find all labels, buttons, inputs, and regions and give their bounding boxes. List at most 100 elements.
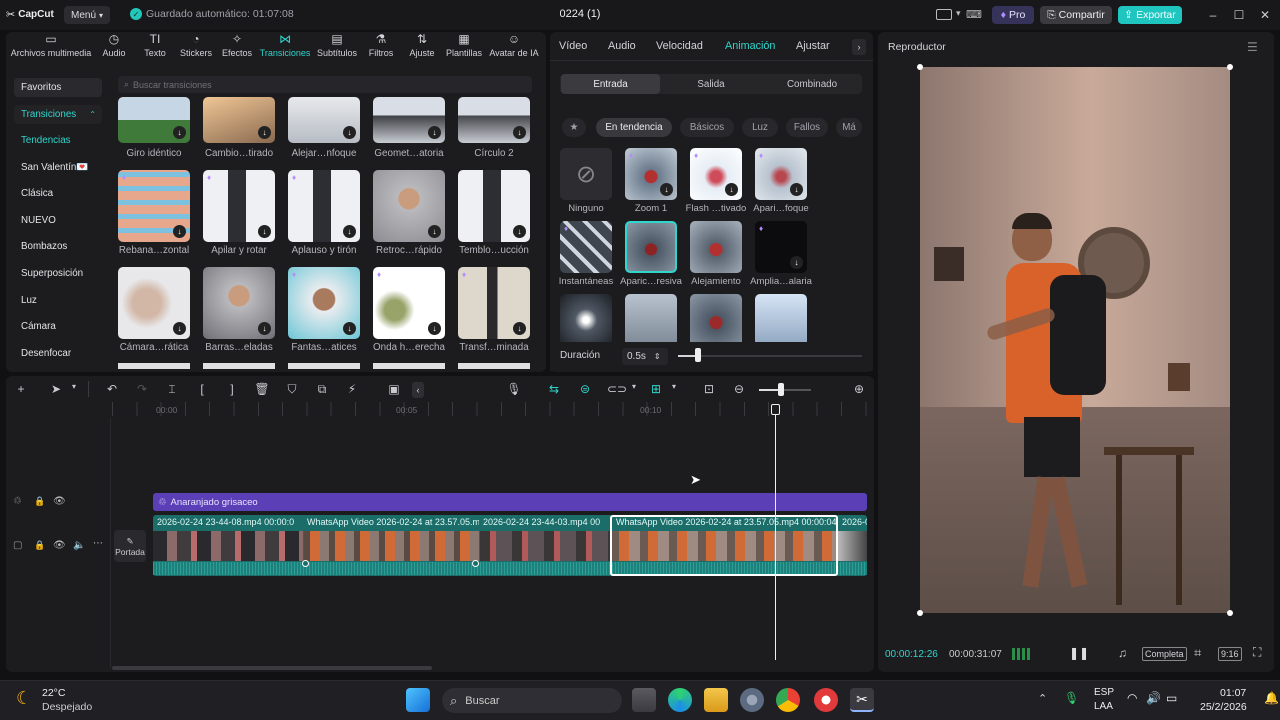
anim-thumb[interactable] bbox=[560, 294, 612, 342]
transition-marker[interactable] bbox=[472, 560, 479, 567]
transition-thumb[interactable]: ↓ bbox=[373, 97, 445, 143]
chevron-down-icon[interactable]: ▾ bbox=[66, 382, 82, 391]
transition-thumb[interactable]: ↓ bbox=[458, 97, 530, 143]
quality-button[interactable]: Completa bbox=[1142, 647, 1187, 661]
undo-icon[interactable]: ↶ bbox=[104, 382, 120, 396]
tab-audio[interactable]: ◷ Audio bbox=[98, 32, 130, 68]
export-button[interactable]: ⇪ Exportar bbox=[1118, 6, 1182, 24]
snap-icon[interactable]: ⊞ bbox=[648, 382, 664, 396]
link-icon[interactable]: ⊜ bbox=[577, 382, 593, 396]
tab-video[interactable]: Vídeo bbox=[559, 40, 587, 52]
minimize-icon[interactable]: – bbox=[1204, 6, 1222, 24]
sidebar-item-camera[interactable]: Cámara bbox=[14, 317, 102, 336]
eye-icon[interactable]: 👁 bbox=[53, 496, 66, 507]
tab-adjust-props[interactable]: Ajustar bbox=[796, 40, 830, 52]
language-code[interactable]: ESP bbox=[1094, 687, 1114, 698]
tab-speed[interactable]: Velocidad bbox=[656, 40, 703, 52]
playhead[interactable] bbox=[775, 410, 776, 660]
clip-thumbnails[interactable] bbox=[838, 531, 867, 561]
anim-thumb[interactable] bbox=[625, 294, 677, 342]
microphone-icon[interactable]: 🎙 bbox=[506, 382, 522, 396]
seg-salida[interactable]: Salida bbox=[661, 74, 761, 94]
tab-stickers[interactable]: ◔ Stickers bbox=[176, 32, 216, 68]
playhead-handle[interactable] bbox=[771, 404, 780, 415]
wifi-icon[interactable]: ◠ bbox=[1127, 691, 1137, 705]
anim-thumb[interactable]: ♦ ↓ bbox=[625, 148, 677, 200]
chevron-down-icon[interactable]: ▾ bbox=[626, 382, 642, 391]
tab-ai-avatar[interactable]: ☺ Avatar de IA bbox=[488, 32, 540, 68]
speed-icon[interactable]: ⚡ bbox=[344, 382, 360, 396]
anim-thumb[interactable] bbox=[690, 221, 742, 273]
tab-filters[interactable]: ⚗ Filtros bbox=[364, 32, 398, 68]
add-track-icon[interactable]: + bbox=[13, 382, 29, 396]
fullscreen-icon[interactable]: ⛶ bbox=[1253, 645, 1261, 660]
sidebar-item-new[interactable]: NUEVO bbox=[14, 211, 102, 230]
notifications-icon[interactable]: 🔔 bbox=[1264, 691, 1279, 705]
sidebar-item-overlay[interactable]: Superposición bbox=[14, 264, 102, 283]
battery-icon[interactable]: ▭ bbox=[1166, 691, 1177, 705]
transition-thumb[interactable]: ↓ bbox=[373, 170, 445, 242]
settings-icon[interactable] bbox=[740, 688, 764, 712]
trim-right-icon[interactable]: ] bbox=[224, 382, 240, 396]
preview-icon[interactable]: ⊡ bbox=[701, 382, 717, 396]
zoom-in-icon[interactable]: ⊕ bbox=[851, 382, 867, 396]
eye-icon[interactable]: 👁 bbox=[53, 540, 66, 551]
anim-thumb[interactable]: ♦ ↓ bbox=[690, 148, 742, 200]
transition-marker[interactable] bbox=[302, 560, 309, 567]
sidebar-item-valentine[interactable]: San Valentín💌 bbox=[14, 158, 102, 177]
chevron-down-icon[interactable]: ▾ bbox=[666, 382, 682, 391]
lock-icon[interactable]: 🔒 bbox=[34, 496, 45, 507]
share-button[interactable]: ⎘ Compartir bbox=[1040, 6, 1112, 24]
transition-thumb[interactable]: ↓ bbox=[118, 267, 190, 339]
duration-stepper[interactable]: 0.5s ⇕ bbox=[622, 348, 668, 365]
file-explorer-icon[interactable] bbox=[704, 688, 728, 712]
anim-thumb[interactable] bbox=[690, 294, 742, 342]
ai-edit-icon[interactable]: ▣ bbox=[386, 382, 402, 396]
sidebar-item-blur[interactable]: Desenfocar bbox=[14, 344, 102, 363]
tab-adjust[interactable]: ⇅ Ajuste bbox=[404, 32, 440, 68]
transition-thumb[interactable]: ♦ ↓ bbox=[118, 170, 190, 242]
task-view-icon[interactable] bbox=[632, 688, 656, 712]
seg-combinado[interactable]: Combinado bbox=[762, 74, 862, 94]
transition-thumb[interactable]: ♦ ↓ bbox=[373, 267, 445, 339]
trim-left-icon[interactable]: [ bbox=[194, 382, 210, 396]
menu-icon[interactable]: ☰ bbox=[1247, 40, 1258, 54]
tab-media[interactable]: ▭ Archivos multimedia bbox=[10, 32, 92, 68]
tab-transitions[interactable]: ⋈ Transiciones bbox=[258, 32, 312, 68]
transition-thumb[interactable]: ↓ bbox=[458, 170, 530, 242]
lock-icon[interactable]: 🔒 bbox=[34, 540, 45, 551]
tab-audio-props[interactable]: Audio bbox=[608, 40, 636, 52]
redo-icon[interactable]: ↷ bbox=[134, 382, 150, 396]
sidebar-item-light[interactable]: Luz bbox=[14, 291, 102, 310]
video-preview[interactable] bbox=[920, 67, 1230, 613]
zoom-out-icon[interactable]: ⊖ bbox=[731, 382, 747, 396]
collapse-icon[interactable]: ‹ bbox=[412, 382, 424, 398]
close-icon[interactable]: ✕ bbox=[1256, 6, 1274, 24]
select-tool-icon[interactable]: ➤ bbox=[48, 382, 64, 396]
language-layout[interactable]: LAA bbox=[1094, 701, 1113, 712]
ratio-button[interactable]: 9:16 bbox=[1218, 647, 1242, 661]
magnet-icon[interactable]: ⇆ bbox=[546, 382, 562, 396]
split-icon[interactable]: ⌶ bbox=[164, 382, 180, 397]
layout-icon[interactable] bbox=[936, 9, 952, 20]
screenshot-icon[interactable]: ⌗ bbox=[1194, 645, 1201, 661]
tab-effects[interactable]: ✧ Efectos bbox=[218, 32, 256, 68]
clip-thumbnails[interactable] bbox=[480, 531, 610, 561]
chrome-icon[interactable] bbox=[776, 688, 800, 712]
pause-icon[interactable]: ❚❚ bbox=[1069, 646, 1089, 660]
sidebar-item-favorites[interactable]: Favoritos bbox=[14, 78, 102, 97]
transition-thumb[interactable]: ♦ ↓ bbox=[288, 170, 360, 242]
cover-button[interactable]: ✎ Portada bbox=[114, 530, 146, 562]
more-icon[interactable]: ⋯ bbox=[93, 538, 103, 549]
pro-button[interactable]: ♦ Pro bbox=[992, 6, 1034, 24]
anim-thumb-selected[interactable] bbox=[625, 221, 677, 273]
chip-trending[interactable]: En tendencia bbox=[596, 118, 672, 137]
sidebar-item-classic[interactable]: Clásica bbox=[14, 184, 102, 203]
shield-icon[interactable]: ⛉ bbox=[284, 382, 300, 397]
filter-clip[interactable]: ♲ Anaranjado grisaceo bbox=[153, 493, 867, 511]
transition-thumb[interactable]: ↓ bbox=[288, 97, 360, 143]
chip-glitch[interactable]: Fallos bbox=[786, 118, 828, 137]
taskbar-search[interactable]: ⌕ Buscar bbox=[442, 688, 622, 713]
slider-handle[interactable] bbox=[695, 348, 701, 362]
transition-thumb[interactable]: ♦ ↓ bbox=[288, 267, 360, 339]
